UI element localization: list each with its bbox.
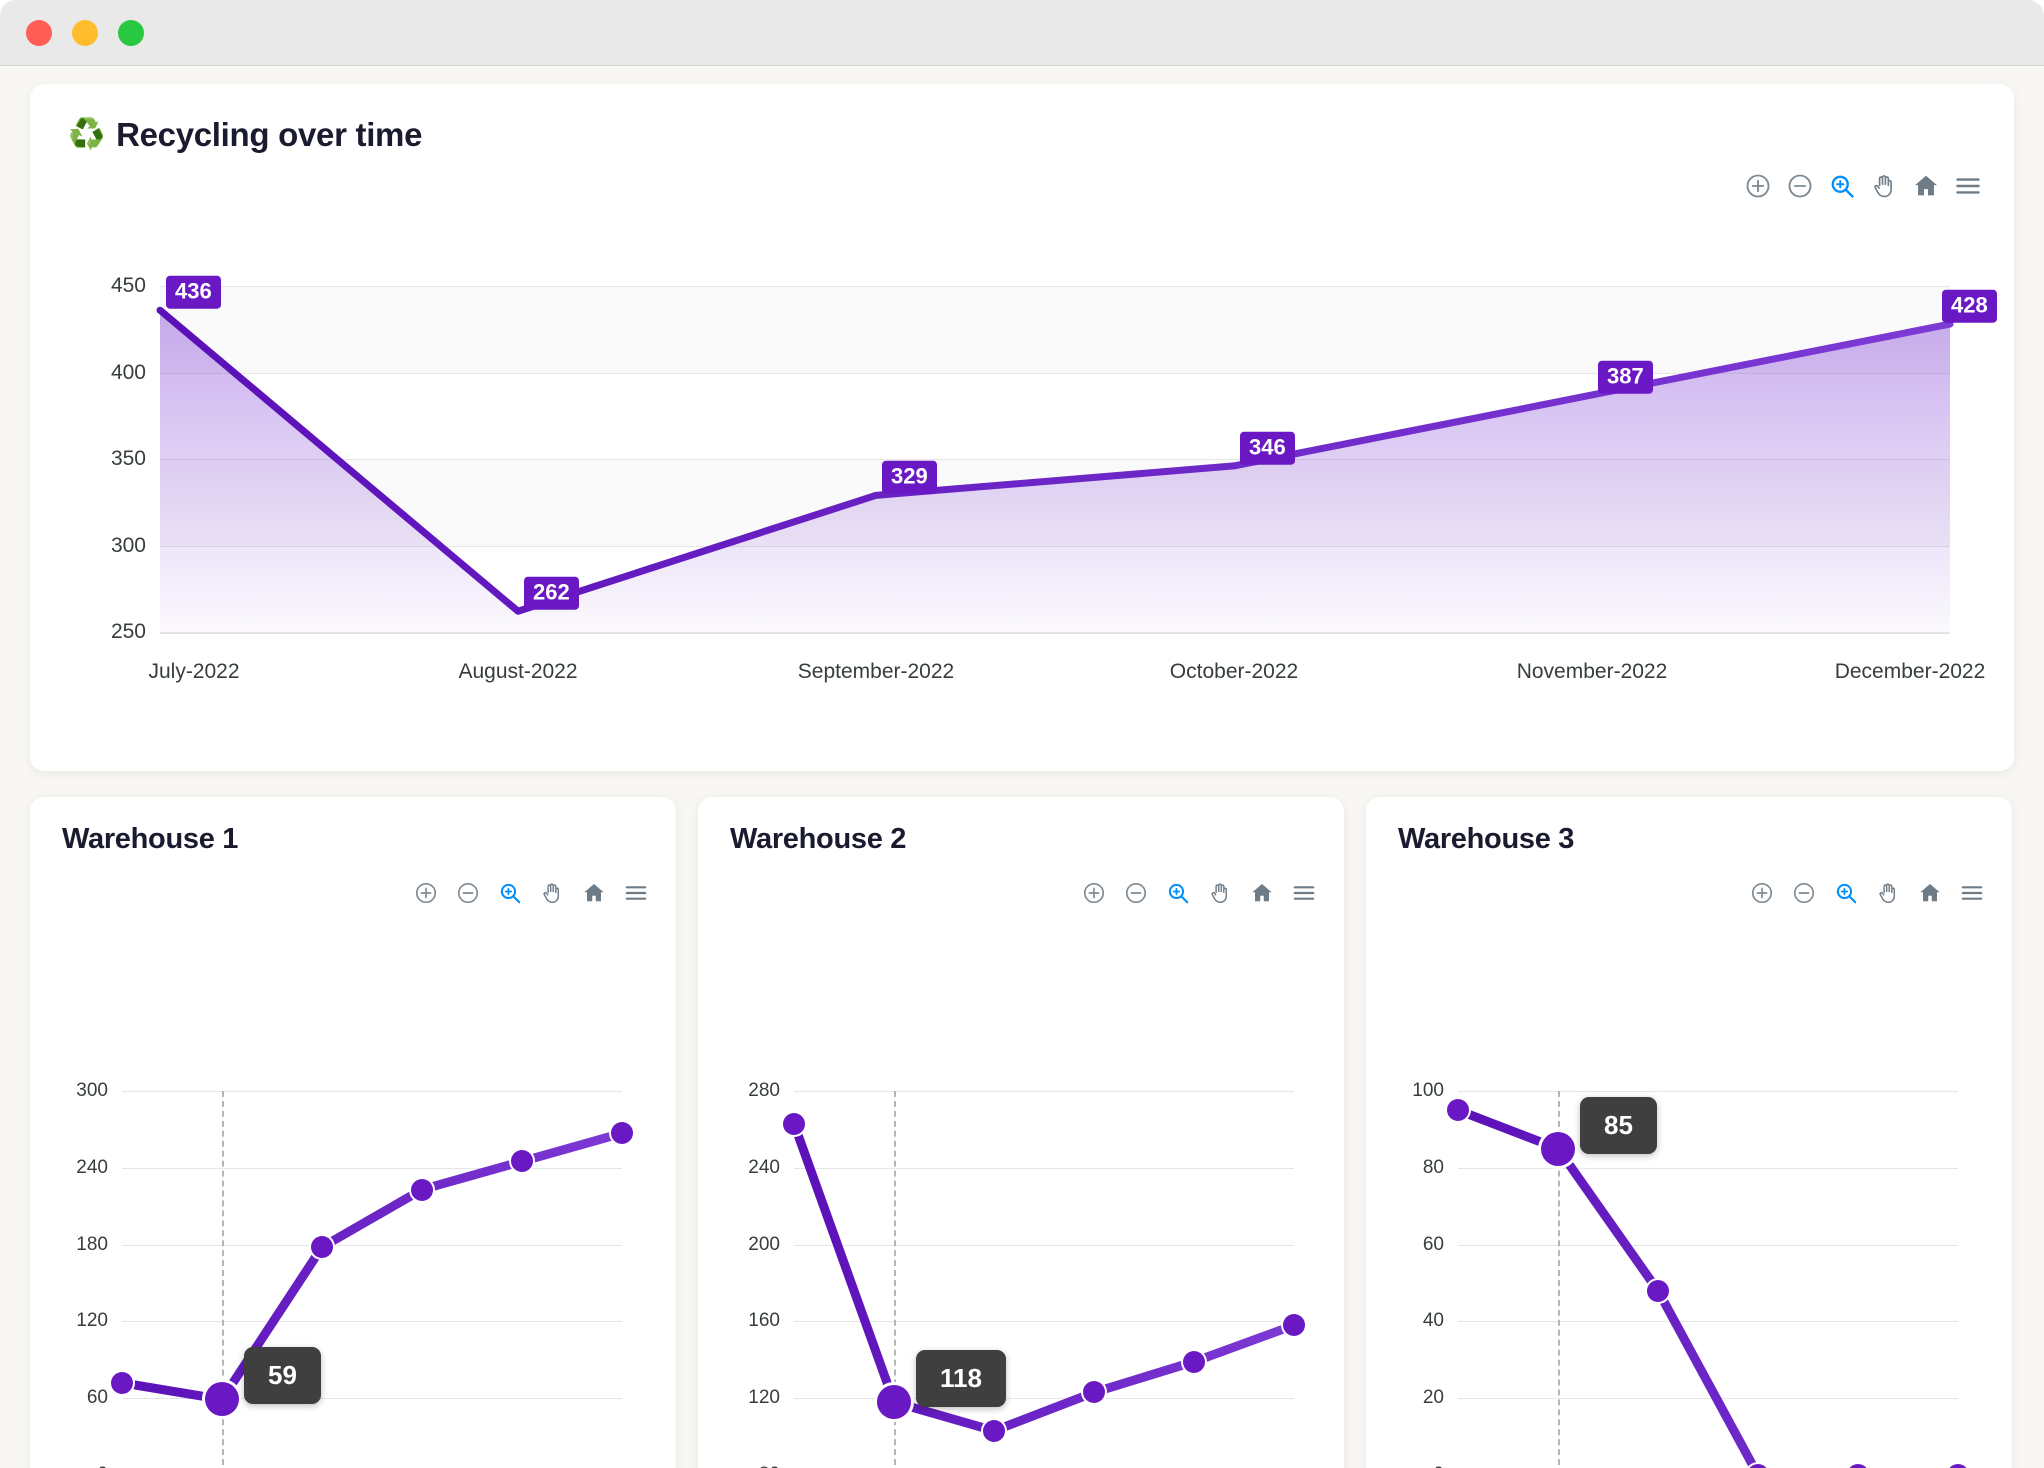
chart-series: [156, 306, 1954, 632]
data-point[interactable]: [1183, 1350, 1205, 1373]
x-axis-tick-label: October-2022: [1169, 660, 1299, 683]
warehouse-cards-row: Warehouse 1 300240180120600: [30, 797, 2014, 1468]
window-titlebar: [0, 0, 2044, 66]
x-axis-line: [160, 633, 1950, 634]
data-point[interactable]: [411, 1178, 433, 1201]
x-axis-tick-label: September-2022: [797, 660, 955, 683]
app-window: ♻️ Recycling over time 450 400 350 300 250: [0, 0, 2044, 1468]
x-axis-tick-label: July-2022: [148, 660, 240, 683]
page-canvas: ♻️ Recycling over time 450 400 350 300 250: [0, 66, 2044, 1468]
value-tooltip: 118: [916, 1350, 1006, 1408]
warehouse-1-card: Warehouse 1 300240180120600: [30, 797, 676, 1468]
chart-recycling-over-time[interactable]: 450 400 350 300 250 436 262 329 346 387 428 July-2…: [30, 84, 2014, 771]
data-point[interactable]: [311, 1236, 333, 1259]
data-point[interactable]: [983, 1419, 1005, 1442]
data-point-active[interactable]: [877, 1385, 911, 1420]
maximize-button[interactable]: [118, 19, 144, 46]
data-point[interactable]: [783, 1112, 805, 1135]
chart-series: [1453, 1105, 1760, 1468]
recycling-over-time-card: ♻️ Recycling over time 450 400 350 300 250: [30, 84, 2014, 771]
chart-warehouse-2[interactable]: 28024020016012080 118August-2022July-202…: [698, 797, 1344, 1468]
data-point[interactable]: [1647, 1279, 1669, 1302]
x-axis-tick-label: December-2022: [1834, 660, 1986, 683]
data-label: 436: [166, 275, 221, 309]
chart-warehouse-1[interactable]: 300240180120600 59August-2022July-2022Au…: [30, 797, 676, 1468]
warehouse-2-card: Warehouse 2 28024020016012080: [698, 797, 1344, 1468]
data-label: 329: [882, 461, 937, 494]
x-axis-tick-label: August-2022: [458, 660, 578, 683]
chart-warehouse-3[interactable]: 100806040200 85August-2022July-2022Augus…: [1366, 797, 2012, 1468]
window-traffic-lights: [26, 19, 144, 46]
chart-series: [117, 1128, 627, 1404]
data-label: 346: [1240, 431, 1295, 465]
minimize-button[interactable]: [72, 19, 98, 46]
value-tooltip: 59: [244, 1347, 321, 1405]
data-point-active[interactable]: [1541, 1131, 1575, 1166]
data-point[interactable]: [111, 1371, 133, 1394]
data-label: 387: [1598, 360, 1653, 394]
close-button[interactable]: [26, 19, 52, 46]
value-tooltip: 85: [1580, 1096, 1657, 1154]
x-axis-tick-label: November-2022: [1516, 660, 1668, 683]
data-label: 262: [524, 576, 579, 610]
data-label: 428: [1942, 289, 1997, 323]
warehouse-3-card: Warehouse 3 100806040200: [1366, 797, 2012, 1468]
